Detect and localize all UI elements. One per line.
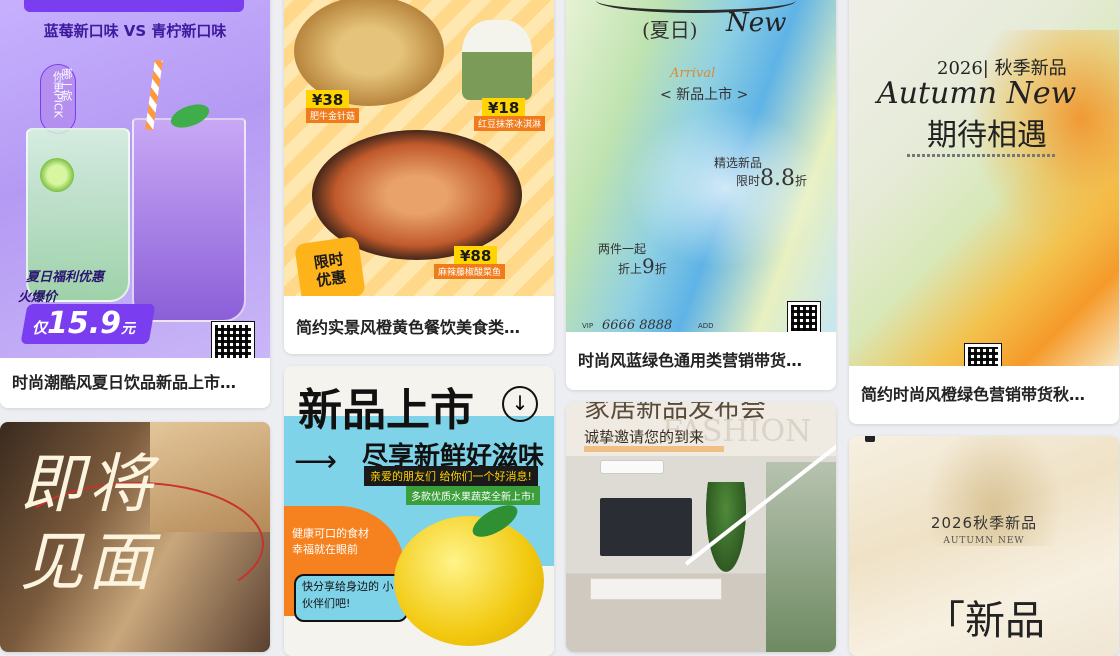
arrival-script: Arrival: [670, 66, 716, 81]
card-thumbnail[interactable]: ¥38 肥牛金针菇 ¥18 红豆抹茶冰淇淋 ¥88 麻辣藤椒酸菜鱼 限时优惠: [284, 0, 554, 296]
price-tag: ¥38: [306, 90, 350, 110]
lime-slice-icon: [40, 158, 74, 192]
price-tag: ¥88: [454, 246, 498, 266]
calligraphy-text: 即将见面: [20, 448, 156, 600]
big-text: 「新品: [925, 598, 1045, 644]
lemon-image: [394, 516, 544, 646]
autumn-en: AUTUMN NEW: [943, 536, 1025, 546]
qr-code: [211, 321, 255, 358]
card-title[interactable]: 时尚风蓝绿色通用类营销带货…: [566, 332, 836, 390]
promo-label: 火爆价: [18, 290, 58, 305]
price-tag: ¥18: [482, 98, 526, 118]
price-text: 仅15.9元: [32, 306, 136, 341]
template-card-food[interactable]: ¥38 肥牛金针菇 ¥18 红豆抹茶冰淇淋 ¥88 麻辣藤椒酸菜鱼 限时优惠 简…: [284, 0, 554, 354]
item-name: 肥牛金针菇: [306, 108, 360, 123]
template-card-calligraphy[interactable]: 即将见面: [0, 422, 270, 652]
template-card-summer-new[interactable]: (夏日) New Arrival < 新品上市 > 精选新品 限时8.8折 两件…: [566, 0, 836, 390]
card-thumbnail[interactable]: (夏日) New Arrival < 新品上市 > 精选新品 限时8.8折 两件…: [566, 0, 836, 332]
promo-title: 夏日福利优惠: [26, 270, 105, 285]
template-card-home-launch[interactable]: 家居新品发布会 FASHION 诚挚邀请您的到来: [566, 402, 836, 652]
add-label: ADD: [698, 322, 714, 330]
two-discount-line: 折上9折: [618, 254, 667, 278]
item-name: 麻辣藤椒酸菜鱼: [434, 264, 506, 279]
template-card-autumn-cream[interactable]: 2026秋季新品 AUTUMN NEW 「新品: [849, 436, 1119, 656]
template-card-fruit[interactable]: 新品上市 ↓ ⟶ 尽享新鲜好滋味 亲爱的朋友们 给你们一个好消息! 多款优质水果…: [284, 366, 554, 656]
vip-label: VIP: [582, 322, 594, 330]
invite-underline: [584, 446, 724, 452]
pin-icon: [865, 436, 875, 442]
new-product-label: < 新品上市 >: [660, 87, 749, 103]
qr-code: [787, 301, 821, 332]
autumn-en: Autumn New: [877, 76, 1077, 111]
which-bubble: 哪一款: [60, 68, 73, 101]
card-title[interactable]: 简约时尚风橙绿色营销带货秋…: [849, 366, 1119, 424]
invite-text: 诚挚邀请您的到来: [584, 428, 705, 446]
blueberry-cup: [132, 118, 246, 322]
card-thumbnail[interactable]: 新品上市 ↓ ⟶ 尽享新鲜好滋味 亲爱的朋友们 给你们一个好消息! 多款优质水果…: [284, 366, 554, 656]
plant-icon: [706, 482, 746, 572]
card-thumbnail[interactable]: 家居新品发布会 FASHION 诚挚邀请您的到来: [566, 402, 836, 652]
tv-screen: [600, 498, 692, 556]
card-thumbnail[interactable]: 2026| 秋季新品 Autumn New 期待相遇: [849, 0, 1119, 366]
discount-line: 限时8.8折: [736, 166, 808, 191]
matcha-dessert: [462, 20, 532, 100]
note-healthy: 健康可口的食材 幸福就在眼前: [292, 527, 369, 556]
arrow-right-icon: ⟶: [294, 444, 338, 479]
card-title[interactable]: 时尚潮酷风夏日饮品新品上市…: [0, 358, 270, 408]
qr-code: [964, 343, 1002, 366]
item-name: 红豆抹茶冰淇淋: [474, 116, 546, 131]
template-card-autumn-orange[interactable]: 2026| 秋季新品 Autumn New 期待相遇 简约时尚风橙绿色营销带货秋…: [849, 0, 1119, 424]
headline-strip: [24, 0, 244, 12]
arrow-down-icon: ↓: [502, 386, 538, 422]
ribbon-news: 亲爱的朋友们 给你们一个好消息!: [364, 466, 538, 486]
template-card-summer-drink[interactable]: 蓝莓新口味 VS 青柠新口味 你更PICK 哪一款 夏日福利优惠 火爆价 仅15…: [0, 0, 270, 408]
title-en: New: [726, 8, 787, 38]
title-cn: (夏日): [642, 18, 698, 42]
note-share: 快分享给身边的 小伙伴们吧!: [302, 580, 394, 610]
card-title[interactable]: 简约实景风橙黄色餐饮美食类…: [284, 302, 554, 354]
fine-print-line: [907, 154, 1057, 157]
flavor-subtitle: 蓝莓新口味 VS 青柠新口味: [43, 22, 227, 40]
year-line: 2026秋季新品: [930, 514, 1038, 532]
tv-cabinet: [590, 578, 722, 600]
card-thumbnail[interactable]: 2026秋季新品 AUTUMN NEW 「新品: [849, 436, 1119, 656]
headline: 新品上市: [298, 385, 474, 436]
air-conditioner: [600, 460, 664, 474]
tagline: 期待相遇: [927, 118, 1047, 153]
vip-number: 6666 8888: [602, 318, 673, 332]
card-thumbnail[interactable]: 即将见面: [0, 422, 270, 652]
card-thumbnail[interactable]: 蓝莓新口味 VS 青柠新口味 你更PICK 哪一款 夏日福利优惠 火爆价 仅15…: [0, 0, 270, 358]
ribbon-fresh: 多款优质水果蔬菜全新上市!: [406, 486, 541, 505]
limited-badge: 限时优惠: [294, 235, 366, 296]
